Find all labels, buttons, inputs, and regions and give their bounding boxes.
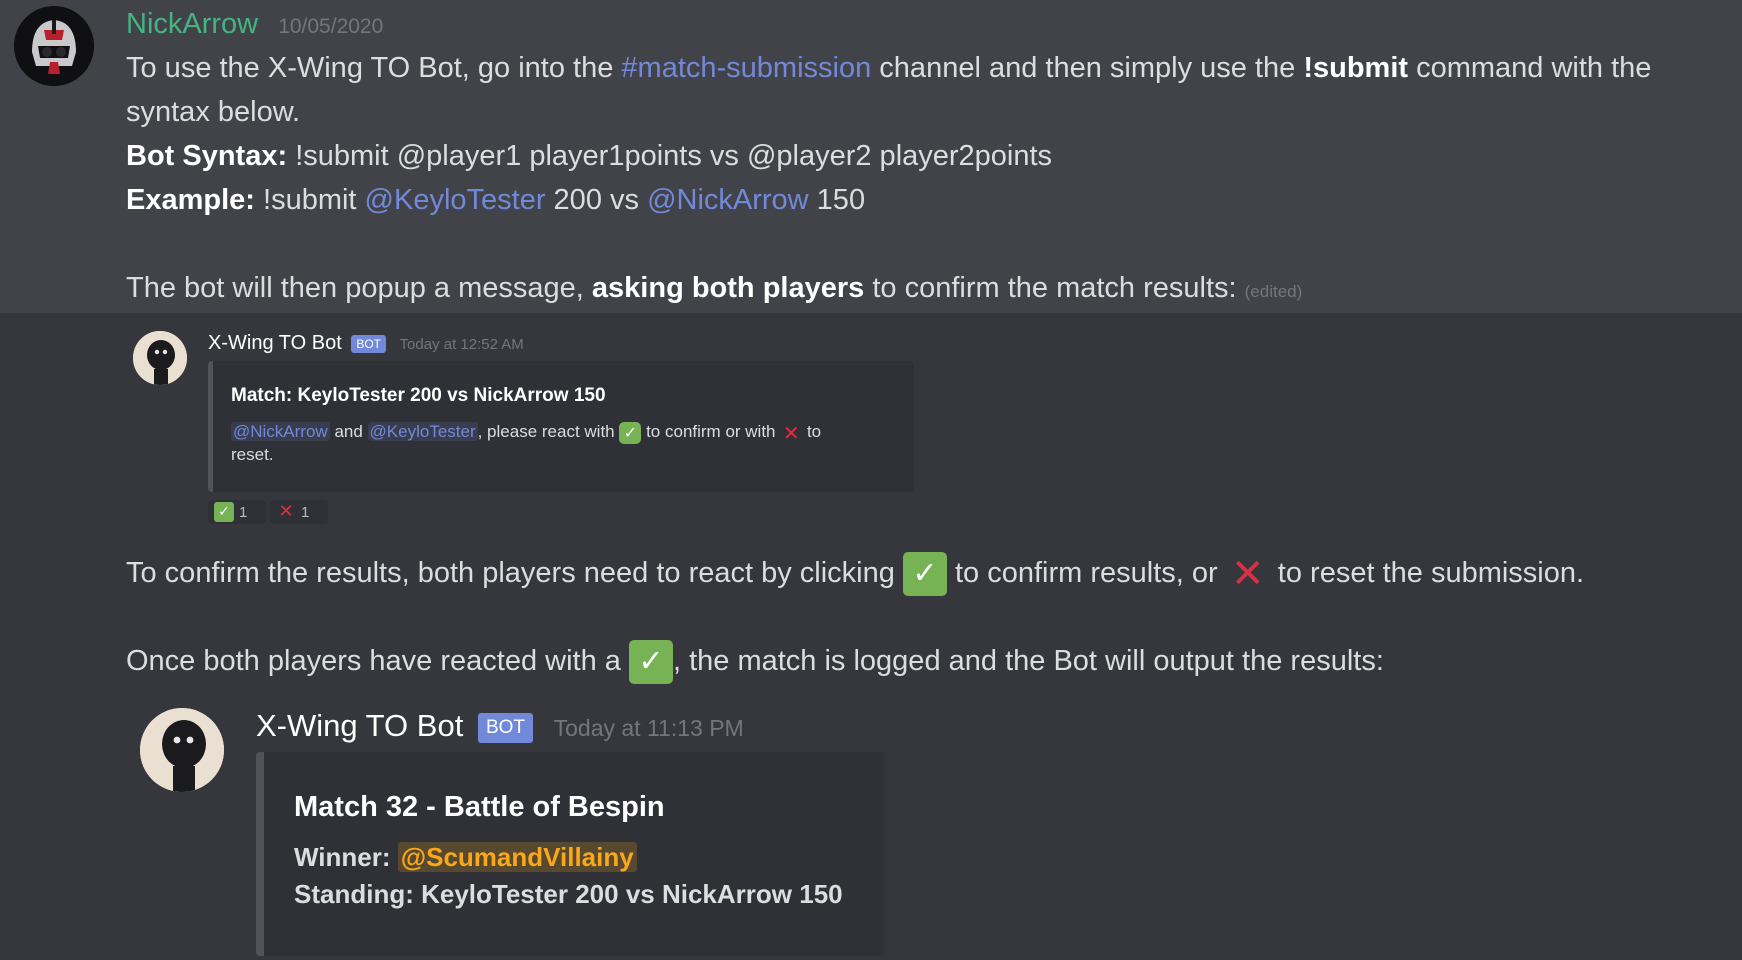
- popup-line: The bot will then popup a message, askin…: [126, 266, 1302, 314]
- text-segment: The bot will then popup a message,: [126, 272, 592, 304]
- text-segment: To use the X-Wing TO Bot, go into the: [126, 52, 622, 84]
- text-segment: to: [802, 422, 822, 441]
- reaction-cross[interactable]: ✕ 1: [270, 500, 328, 524]
- check-mark-icon: ✓: [619, 421, 642, 444]
- reaction-count: 1: [239, 503, 248, 521]
- droid-head-icon: [133, 331, 187, 385]
- cross-mark-icon: ✕: [782, 420, 800, 445]
- reaction-check[interactable]: ✓ 1: [208, 500, 266, 524]
- author-name[interactable]: NickArrow: [126, 8, 258, 40]
- embed-title: Match 32 - Battle of Bespin: [294, 791, 665, 823]
- user-mention[interactable]: @KeyloTester: [365, 184, 546, 216]
- message-line-1: To use the X-Wing TO Bot, go into the #m…: [126, 46, 1651, 90]
- edited-label: (edited): [1244, 282, 1303, 301]
- embed-title: Match: KeyloTester 200 vs NickArrow 150: [231, 385, 606, 406]
- text-segment: channel and then simply use the: [871, 52, 1304, 84]
- check-mark-icon: ✓: [214, 502, 234, 522]
- pilot-helmet-icon: [14, 6, 94, 86]
- bot-message-2-header: X-Wing TO Bot BOT Today at 11:13 PM: [256, 706, 744, 746]
- bold-text: asking both players: [591, 272, 865, 304]
- message-line-2: syntax below.: [126, 90, 300, 134]
- embed-description: @NickArrow and @KeyloTester, please reac…: [231, 420, 914, 444]
- user-mention[interactable]: @NickArrow: [647, 184, 809, 216]
- match-embed-1: Match: KeyloTester 200 vs NickArrow 150 …: [208, 361, 914, 492]
- text-segment: !submit: [254, 184, 365, 216]
- standing-line: Standing: KeyloTester 200 vs NickArrow 1…: [294, 879, 843, 909]
- user-mention[interactable]: @KeyloTester: [367, 422, 478, 441]
- winner-label: Winner:: [294, 842, 398, 872]
- check-mark-icon: ✓: [628, 640, 673, 685]
- text-segment: syntax below.: [126, 96, 301, 128]
- bot-message-1-header: X-Wing TO Bot BOT Today at 12:52 AM: [208, 330, 524, 356]
- text-segment: , please react with: [477, 422, 620, 441]
- droid-head-icon: [140, 708, 224, 792]
- example-line: Example: !submit @KeyloTester 200 vs @Ni…: [126, 178, 865, 222]
- text-segment: to confirm the match results:: [864, 272, 1245, 304]
- bot-avatar-large: [140, 708, 224, 792]
- confirm-line: To confirm the results, both players nee…: [126, 550, 1585, 598]
- text-segment: to confirm results, or: [946, 557, 1226, 589]
- text-segment: Once both players have reacted with a: [126, 645, 629, 677]
- user-mention[interactable]: @NickArrow: [231, 422, 330, 441]
- command-text: !submit: [1303, 52, 1409, 84]
- text-segment: To confirm the results, both players nee…: [126, 557, 903, 589]
- main-message-header: NickArrow 10/05/2020: [126, 6, 383, 42]
- winner-line: Winner: @ScumandVillainy: [294, 838, 884, 876]
- match-result-embed: Match 32 - Battle of Bespin Winner: @Scu…: [256, 752, 884, 956]
- logged-line: Once both players have reacted with a ✓,…: [126, 638, 1384, 685]
- bot-message-timestamp[interactable]: Today at 12:52 AM: [400, 336, 524, 353]
- text-segment: to reset the submission.: [1269, 557, 1585, 589]
- bot-author-name[interactable]: X-Wing TO Bot: [256, 708, 463, 743]
- text-segment: , the match is logged and the Bot will o…: [672, 645, 1384, 677]
- text-segment: and: [329, 422, 368, 441]
- check-mark-icon: ✓: [902, 552, 947, 597]
- syntax-label: Bot Syntax:: [126, 140, 288, 172]
- syntax-text: !submit @player1 player1points vs @playe…: [287, 140, 1053, 172]
- bot-avatar-small: [133, 331, 187, 385]
- cross-mark-icon: ✕: [1230, 551, 1265, 598]
- bot-tag: BOT: [351, 334, 386, 353]
- text-segment: to confirm or with: [641, 422, 781, 441]
- embed-description-cont: reset.: [231, 445, 274, 464]
- message-timestamp[interactable]: 10/05/2020: [278, 15, 383, 38]
- text-segment: 200 vs: [545, 184, 648, 216]
- text-segment: 150: [808, 184, 866, 216]
- nickarrow-avatar[interactable]: [14, 6, 94, 86]
- role-mention[interactable]: @ScumandVillainy: [397, 842, 637, 872]
- example-label: Example:: [126, 184, 255, 216]
- bot-author-name[interactable]: X-Wing TO Bot: [208, 332, 342, 354]
- channel-link[interactable]: #match-submission: [621, 52, 871, 84]
- cross-mark-icon: ✕: [278, 501, 294, 522]
- text-segment: command with the: [1408, 52, 1652, 84]
- bot-tag: BOT: [477, 712, 533, 743]
- reaction-count: 1: [301, 503, 310, 521]
- bot-message-timestamp[interactable]: Today at 11:13 PM: [554, 715, 744, 741]
- bot-syntax-line: Bot Syntax: !submit @player1 player1poin…: [126, 134, 1052, 178]
